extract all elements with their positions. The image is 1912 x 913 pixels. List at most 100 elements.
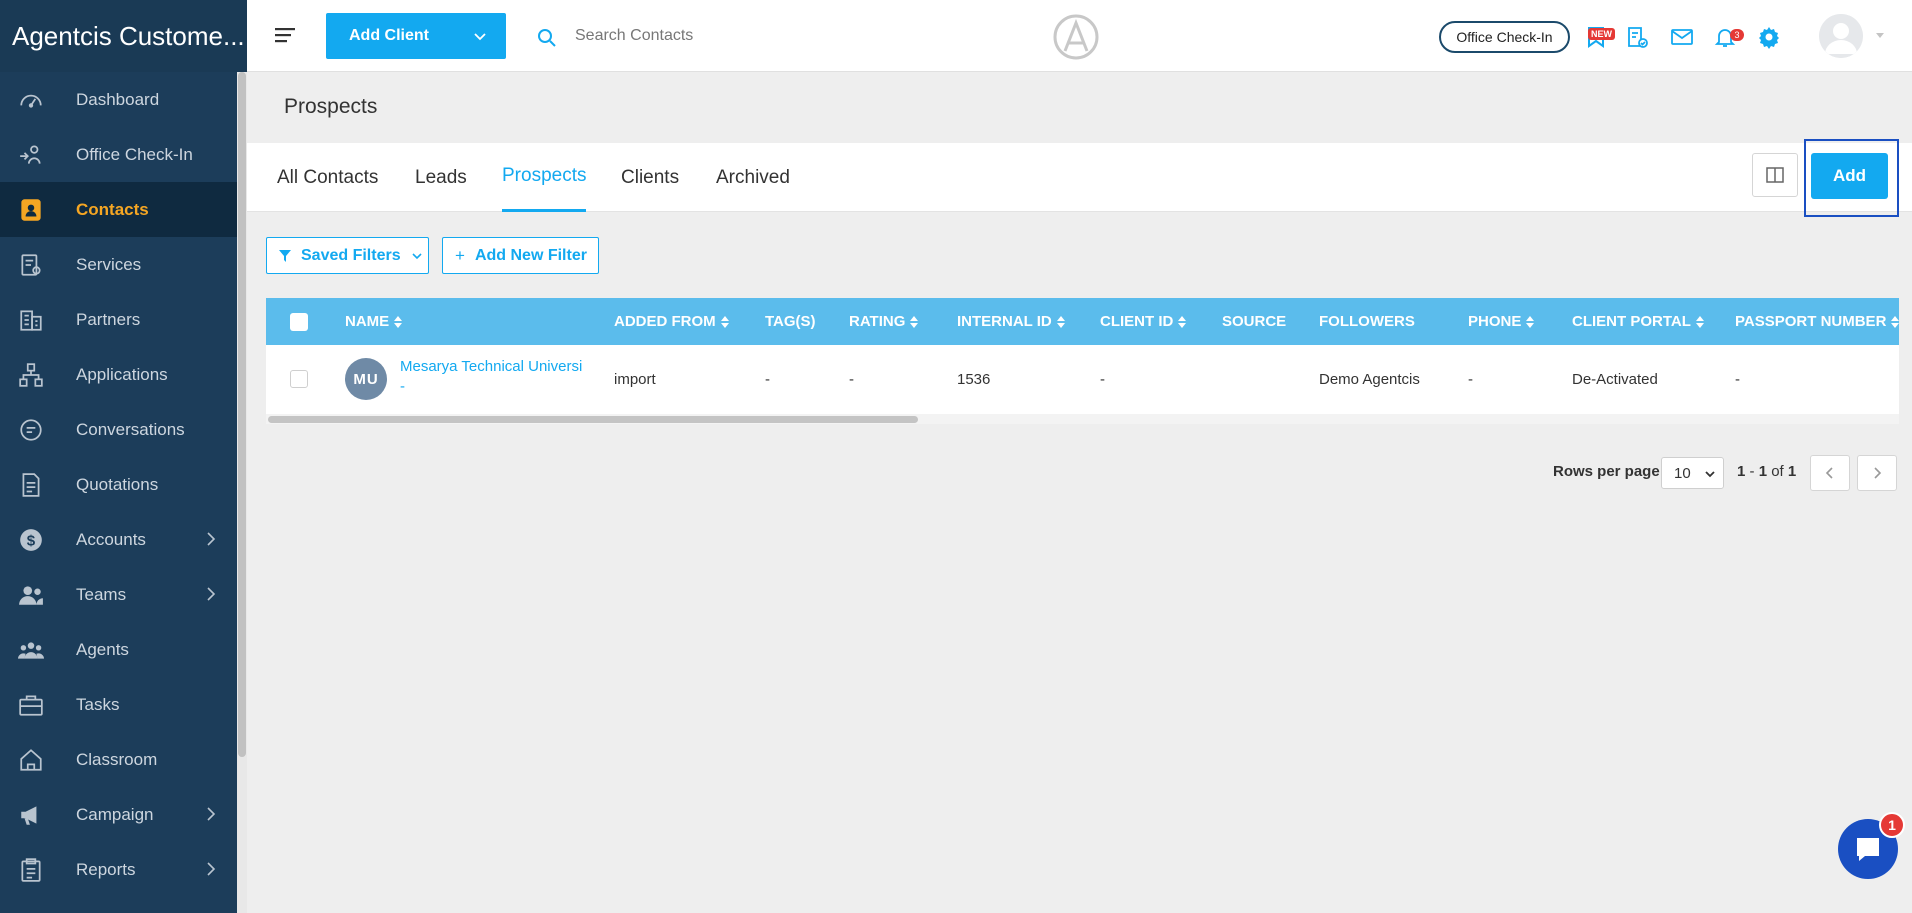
sidebar-item-dashboard[interactable]: Dashboard [0,72,237,127]
columns-icon [1766,167,1784,183]
column-header-client-id[interactable]: CLIENT ID [1100,298,1187,345]
add-client-label: Add Client [349,27,429,44]
sidebar-item-label: Office Check-In [76,144,193,164]
sidebar-item-partners[interactable]: Partners [0,292,237,347]
tab-archived[interactable]: Archived [716,143,790,212]
add-button[interactable]: Add [1811,153,1888,199]
tab-leads[interactable]: Leads [415,143,467,212]
user-avatar-icon [1819,14,1863,58]
chevron-down-icon [412,252,422,259]
column-header-followers: FOLLOWERS [1319,298,1415,345]
sidebar-item-office-checkin[interactable]: Office Check-In [0,127,237,182]
chevron-down-icon [1705,471,1715,478]
sidebar-item-agents[interactable]: Agents [0,622,237,677]
cell-added-from: import [614,371,656,388]
column-header-label: PHONE [1468,313,1522,330]
accounts-icon: $ [18,527,44,553]
select-all-checkbox[interactable] [290,313,308,331]
sidebar-item-campaign[interactable]: Campaign [0,787,237,842]
sidebar-item-applications[interactable]: Applications [0,347,237,402]
chat-unread-badge: 1 [1879,812,1905,838]
sidebar-item-classroom[interactable]: Classroom [0,732,237,787]
contact-name-text[interactable]: Mesarya Technical Universi [400,357,600,377]
sidebar-item-label: Tasks [76,694,120,714]
office-checkin-button[interactable]: Office Check-In [1439,21,1570,53]
search-icon[interactable] [537,28,557,48]
row-checkbox[interactable] [290,370,308,388]
sort-icon [720,315,729,328]
partners-icon [18,307,44,333]
contact-name-link[interactable]: Mesarya Technical Universi - [400,357,600,397]
table-scrollbar-thumb[interactable] [268,416,918,423]
column-header-label: SOURCE [1222,313,1287,330]
column-header-client-portal[interactable]: CLIENT PORTAL [1572,298,1704,345]
sidebar-item-contacts[interactable]: Contacts [0,182,237,237]
add-new-filter-label: Add New Filter [474,246,587,264]
next-page-button[interactable] [1857,455,1897,491]
checklist-icon[interactable] [1625,25,1649,49]
add-new-filter-button[interactable]: + Add New Filter [442,237,599,274]
tab-clients[interactable]: Clients [621,143,679,212]
sidebar-item-teams[interactable]: Teams [0,567,237,622]
sidebar-item-tasks[interactable]: Tasks [0,677,237,732]
filter-icon [279,249,291,262]
chevron-down-icon[interactable] [472,28,488,44]
chevron-right-icon [207,862,216,876]
mail-icon[interactable] [1670,25,1694,49]
brand-title[interactable]: Agentcis Custome... [0,0,247,72]
sort-icon [1526,315,1535,328]
rows-per-page-select[interactable]: 10 [1661,457,1724,489]
sidebar-item-label: Accounts [76,529,146,549]
cell-rating: - [849,371,854,388]
contact-name-suffix[interactable]: - [400,377,600,397]
column-header-label: ADDED FROM [614,313,716,330]
reports-icon [18,857,44,883]
range-total: 1 [1787,463,1797,480]
user-avatar[interactable] [1819,14,1863,58]
tab-all-contacts[interactable]: All Contacts [277,143,378,212]
cell-client-portal: De-Activated [1572,371,1658,388]
column-header-label: CLIENT ID [1100,313,1174,330]
column-header-passport-number[interactable]: PASSPORT NUMBER [1735,298,1899,345]
sidebar-item-quotations[interactable]: Quotations [0,457,237,512]
caret-down-icon[interactable] [1875,30,1885,40]
cell-followers: Demo Agentcis [1319,371,1420,388]
sort-icon [1056,315,1065,328]
previous-page-button[interactable] [1810,455,1850,491]
sidebar-item-reports[interactable]: Reports [0,842,237,897]
column-header-label: PASSPORT NUMBER [1735,313,1887,330]
cell-tags: - [765,371,770,388]
menu-icon[interactable] [275,26,295,44]
column-header-source: SOURCE [1222,298,1286,345]
column-header-added-from[interactable]: ADDED FROM [614,298,729,345]
chevron-left-icon [1825,467,1833,479]
gear-icon[interactable] [1757,25,1781,49]
sort-icon [910,315,919,328]
column-header-internal-id[interactable]: INTERNAL ID [957,298,1065,345]
rows-per-page-label: Rows per page [1553,463,1660,480]
tab-prospects[interactable]: Prospects [502,143,587,212]
sidebar-scrollbar-thumb[interactable] [238,72,246,757]
column-header-label: TAG(S) [765,313,816,330]
column-header-name[interactable]: NAME [345,298,403,345]
column-header-phone[interactable]: PHONE [1468,298,1535,345]
sidebar-item-services[interactable]: Services [0,237,237,292]
plus-icon: + [455,245,465,265]
sidebar-item-label: Partners [76,309,141,329]
add-client-button[interactable]: Add Client [326,13,506,59]
sidebar-item-accounts[interactable]: $ Accounts [0,512,237,567]
column-header-rating[interactable]: RATING [849,298,919,345]
table-row[interactable]: MU Mesarya Technical Universi - import -… [266,345,1899,414]
range-end: 1 [1758,463,1768,480]
sidebar-nav: Dashboard Office Check-In Contacts Servi… [0,72,237,897]
avatar: MU [345,358,387,400]
sidebar-item-conversations[interactable]: Conversations [0,402,237,457]
saved-filters-button[interactable]: Saved Filters [266,237,429,274]
notification-count-badge: 3 [1730,29,1744,41]
top-header: Add Client Office Check-In NEW 3 [247,0,1912,72]
saved-filters-label: Saved Filters [301,246,401,264]
cell-phone: - [1468,371,1473,388]
column-toggle-button[interactable] [1752,153,1798,197]
chevron-right-icon [1874,467,1882,479]
search-input[interactable] [575,20,875,52]
